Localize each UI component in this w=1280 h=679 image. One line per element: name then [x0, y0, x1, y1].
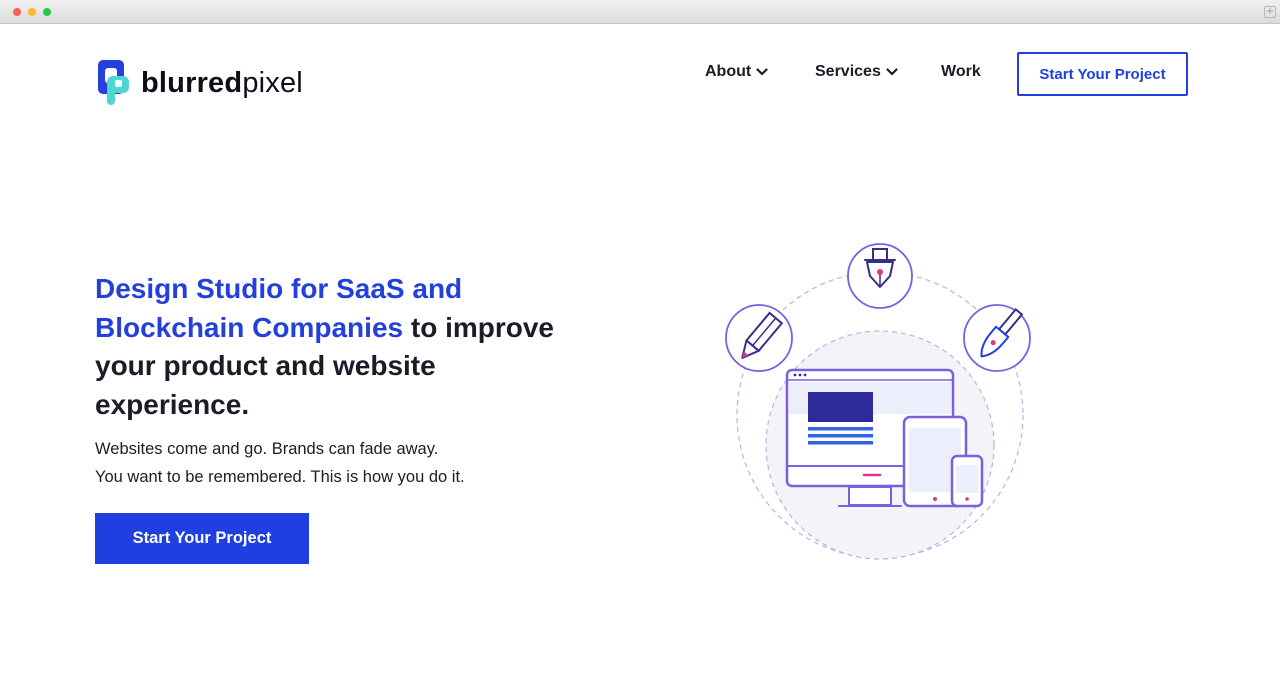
chevron-down-icon [756, 68, 768, 76]
nav-services[interactable]: Services [815, 63, 898, 81]
logo-wordmark-bold: blurred [141, 66, 243, 99]
close-window-button[interactable] [13, 8, 21, 16]
maximize-window-button[interactable] [43, 8, 51, 16]
logo-wordmark-light: pixel [242, 66, 303, 99]
nav-about-label: About [705, 63, 752, 80]
phone-icon [950, 454, 984, 508]
brush-icon [963, 304, 1031, 372]
hero-illustration [725, 243, 1031, 560]
minimize-window-button[interactable] [28, 8, 36, 16]
pen-nib-icon [847, 243, 913, 309]
bp-logo-icon [98, 60, 129, 105]
nav-work-label: Work [941, 63, 981, 80]
nav-about[interactable]: About [705, 63, 768, 81]
hero-heading: Design Studio for SaaS and Blockchain Co… [95, 270, 575, 424]
hero-subtitle-line: Websites come and go. Brands can fade aw… [95, 440, 439, 458]
pencil-icon [725, 304, 793, 372]
nav-work[interactable]: Work [941, 63, 981, 81]
logo-wordmark: blurredpixel [141, 67, 303, 100]
header-start-project-button[interactable]: Start Your Project [1017, 52, 1188, 96]
browser-chrome: + [0, 0, 1280, 24]
hero-subtitle: Websites come and go. Brands can fade aw… [95, 436, 465, 491]
chevron-down-icon [886, 68, 898, 76]
hero-start-project-button[interactable]: Start Your Project [95, 513, 309, 564]
new-tab-button[interactable]: + [1264, 6, 1276, 18]
nav-services-label: Services [815, 63, 881, 80]
hero-subtitle-line: You want to be remembered. This is how y… [95, 467, 465, 486]
site-logo[interactable]: blurredpixel [97, 59, 303, 107]
